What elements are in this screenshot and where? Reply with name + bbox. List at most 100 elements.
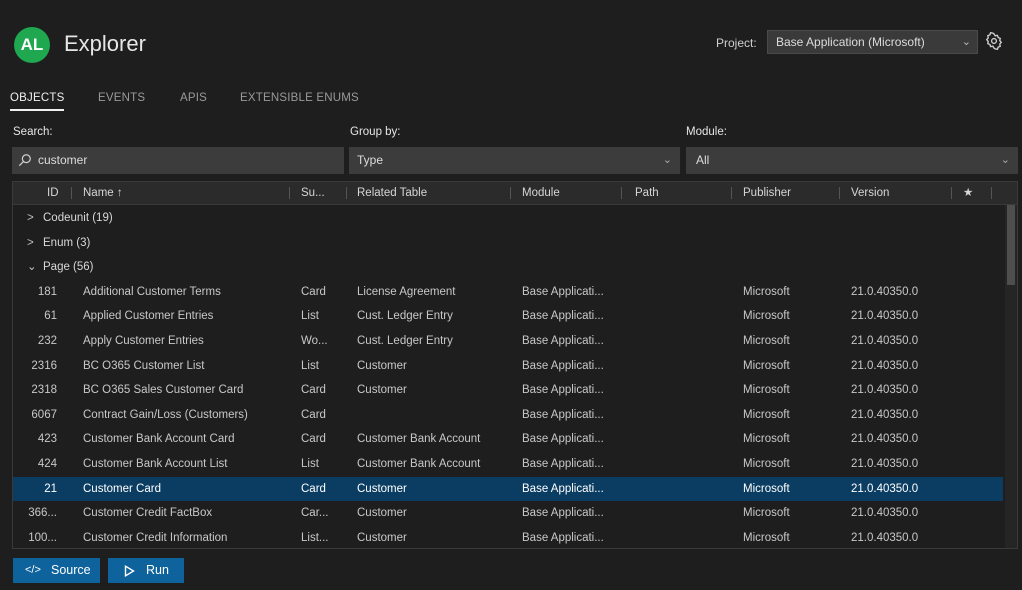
app-title: Explorer	[64, 31, 146, 56]
cell-version: 21.0.40350.0	[851, 458, 919, 470]
cell-related-table: Customer	[357, 482, 407, 495]
table-row[interactable]: 366... Customer Credit FactBox Car... Custo…	[13, 501, 1003, 526]
table-row[interactable]: 181 Additional Customer Terms Card License …	[13, 280, 1003, 305]
col-version[interactable]: Version	[851, 182, 889, 204]
cell-name: Customer Bank Account List	[83, 458, 228, 470]
module-label: Module:	[686, 126, 727, 138]
cell-id: 21	[44, 482, 57, 495]
cell-publisher: Microsoft	[743, 482, 790, 495]
cell-id: 366...	[28, 507, 57, 520]
col-publisher[interactable]: Publisher	[743, 182, 791, 204]
table-row[interactable]: 2318 BC O365 Sales Customer Card Card Custo…	[13, 378, 1003, 403]
cell-name: Contract Gain/Loss (Customers)	[83, 408, 248, 421]
col-id[interactable]: ID	[47, 182, 59, 204]
group-label: Page (56)	[43, 261, 94, 274]
al-logo: AL	[14, 27, 50, 63]
cell-id: 2318	[31, 384, 57, 397]
group-label: Codeunit (19)	[43, 212, 113, 224]
table-row[interactable]: 423 Customer Bank Account Card Card Custome…	[13, 427, 1003, 452]
table-row[interactable]: 100... Customer Credit Information List...…	[13, 526, 1003, 548]
group-row-codeunit[interactable]: > Codeunit (19)	[13, 206, 1003, 231]
col-module[interactable]: Module	[522, 182, 560, 204]
cell-subtype: Card	[301, 433, 326, 446]
table-row[interactable]: 2316 BC O365 Customer List List Customer Bas…	[13, 354, 1003, 379]
cell-id: 6067	[31, 408, 57, 421]
search-input[interactable]: customer	[12, 147, 344, 174]
grid-header: ID Name ↑ Su... Related Table Module Pat…	[13, 182, 1017, 205]
gear-icon[interactable]	[985, 32, 1003, 50]
cell-related-table: Customer Bank Account	[357, 433, 481, 446]
cell-module: Base Applicati...	[522, 531, 604, 544]
project-select-value: Base Application (Microsoft)	[776, 35, 925, 49]
cell-publisher: Microsoft	[743, 507, 790, 520]
column-divider[interactable]	[621, 187, 622, 199]
tab-apis[interactable]: APIS	[180, 92, 207, 104]
objects-grid: ID Name ↑ Su... Related Table Module Pat…	[12, 181, 1018, 549]
column-divider[interactable]	[731, 187, 732, 199]
cell-name: Customer Card	[83, 482, 161, 495]
cell-related-table: Customer	[357, 531, 407, 544]
cell-module: Base Applicati...	[522, 408, 604, 421]
cell-id: 424	[37, 458, 57, 470]
col-favorite[interactable]: ★	[963, 182, 973, 204]
column-divider[interactable]	[951, 187, 952, 199]
cell-name: Customer Credit Information	[83, 531, 228, 544]
col-subtype[interactable]: Su...	[301, 182, 325, 204]
col-related-table[interactable]: Related Table	[357, 182, 427, 204]
table-row[interactable]: 6067 Contract Gain/Loss (Customers) Card Ba…	[13, 403, 1003, 428]
code-icon: </>	[25, 564, 41, 576]
cell-related-table: Customer	[357, 507, 407, 520]
table-row[interactable]: 61 Applied Customer Entries List Cust. Ledg…	[13, 304, 1003, 329]
scrollbar-thumb[interactable]	[1007, 205, 1015, 285]
cell-subtype: Card	[301, 384, 326, 397]
groupby-value: Type	[357, 153, 384, 167]
table-row[interactable]: 424 Customer Bank Account List List Custome…	[13, 452, 1003, 477]
cell-subtype: List...	[301, 531, 329, 544]
tab-extensible-enums[interactable]: EXTENSIBLE ENUMS	[240, 92, 359, 104]
cell-module: Base Applicati...	[522, 482, 604, 495]
cell-version: 21.0.40350.0	[851, 408, 919, 421]
column-divider[interactable]	[289, 187, 290, 199]
search-label: Search:	[13, 126, 53, 138]
cell-publisher: Microsoft	[743, 408, 790, 421]
col-path[interactable]: Path	[635, 182, 659, 204]
cell-version: 21.0.40350.0	[851, 482, 919, 495]
cell-subtype: Card	[301, 482, 326, 495]
column-divider[interactable]	[991, 187, 992, 199]
column-divider[interactable]	[839, 187, 840, 199]
cell-name: Customer Credit FactBox	[83, 507, 213, 520]
col-name[interactable]: Name ↑	[83, 182, 123, 204]
header: AL Explorer Project: Base Application (M…	[0, 0, 1022, 88]
chevron-down-icon: ⌄	[1000, 154, 1010, 166]
groupby-select[interactable]: Type ⌄	[349, 147, 680, 174]
group-row-enum[interactable]: > Enum (3)	[13, 231, 1003, 256]
cell-module: Base Applicati...	[522, 507, 604, 520]
chevron-down-icon[interactable]: ⌄	[27, 255, 43, 280]
cell-name: BC O365 Customer List	[83, 359, 205, 372]
search-icon	[18, 154, 31, 167]
cell-related-table: Customer	[357, 384, 407, 397]
cell-publisher: Microsoft	[743, 310, 790, 323]
group-row-page[interactable]: ⌄ Page (56)	[13, 255, 1003, 280]
column-divider[interactable]	[71, 187, 72, 199]
vertical-scrollbar[interactable]	[1005, 205, 1017, 548]
group-label: Enum (3)	[43, 236, 91, 249]
table-row[interactable]: 232 Apply Customer Entries Wo... Cust. Ledg…	[13, 329, 1003, 354]
tab-objects[interactable]: OBJECTS	[10, 92, 65, 111]
column-divider[interactable]	[346, 187, 347, 199]
module-select[interactable]: All ⌄	[686, 147, 1018, 174]
table-row[interactable]: 21 Customer Card Card Customer Base Applicat…	[13, 476, 1003, 502]
tab-events[interactable]: EVENTS	[98, 92, 145, 104]
chevron-right-icon[interactable]: >	[27, 206, 43, 231]
cell-publisher: Microsoft	[743, 359, 790, 372]
cell-subtype: List	[301, 458, 319, 470]
project-select[interactable]: Base Application (Microsoft) ⌄	[767, 30, 978, 54]
cell-version: 21.0.40350.0	[851, 531, 919, 544]
run-button[interactable]: Run	[108, 558, 184, 583]
cell-module: Base Applicati...	[522, 335, 604, 347]
column-divider[interactable]	[510, 187, 511, 199]
module-value: All	[696, 153, 710, 167]
source-button[interactable]: </> Source	[13, 558, 100, 583]
chevron-right-icon[interactable]: >	[27, 231, 43, 256]
cell-related-table: Customer Bank Account	[357, 458, 481, 470]
